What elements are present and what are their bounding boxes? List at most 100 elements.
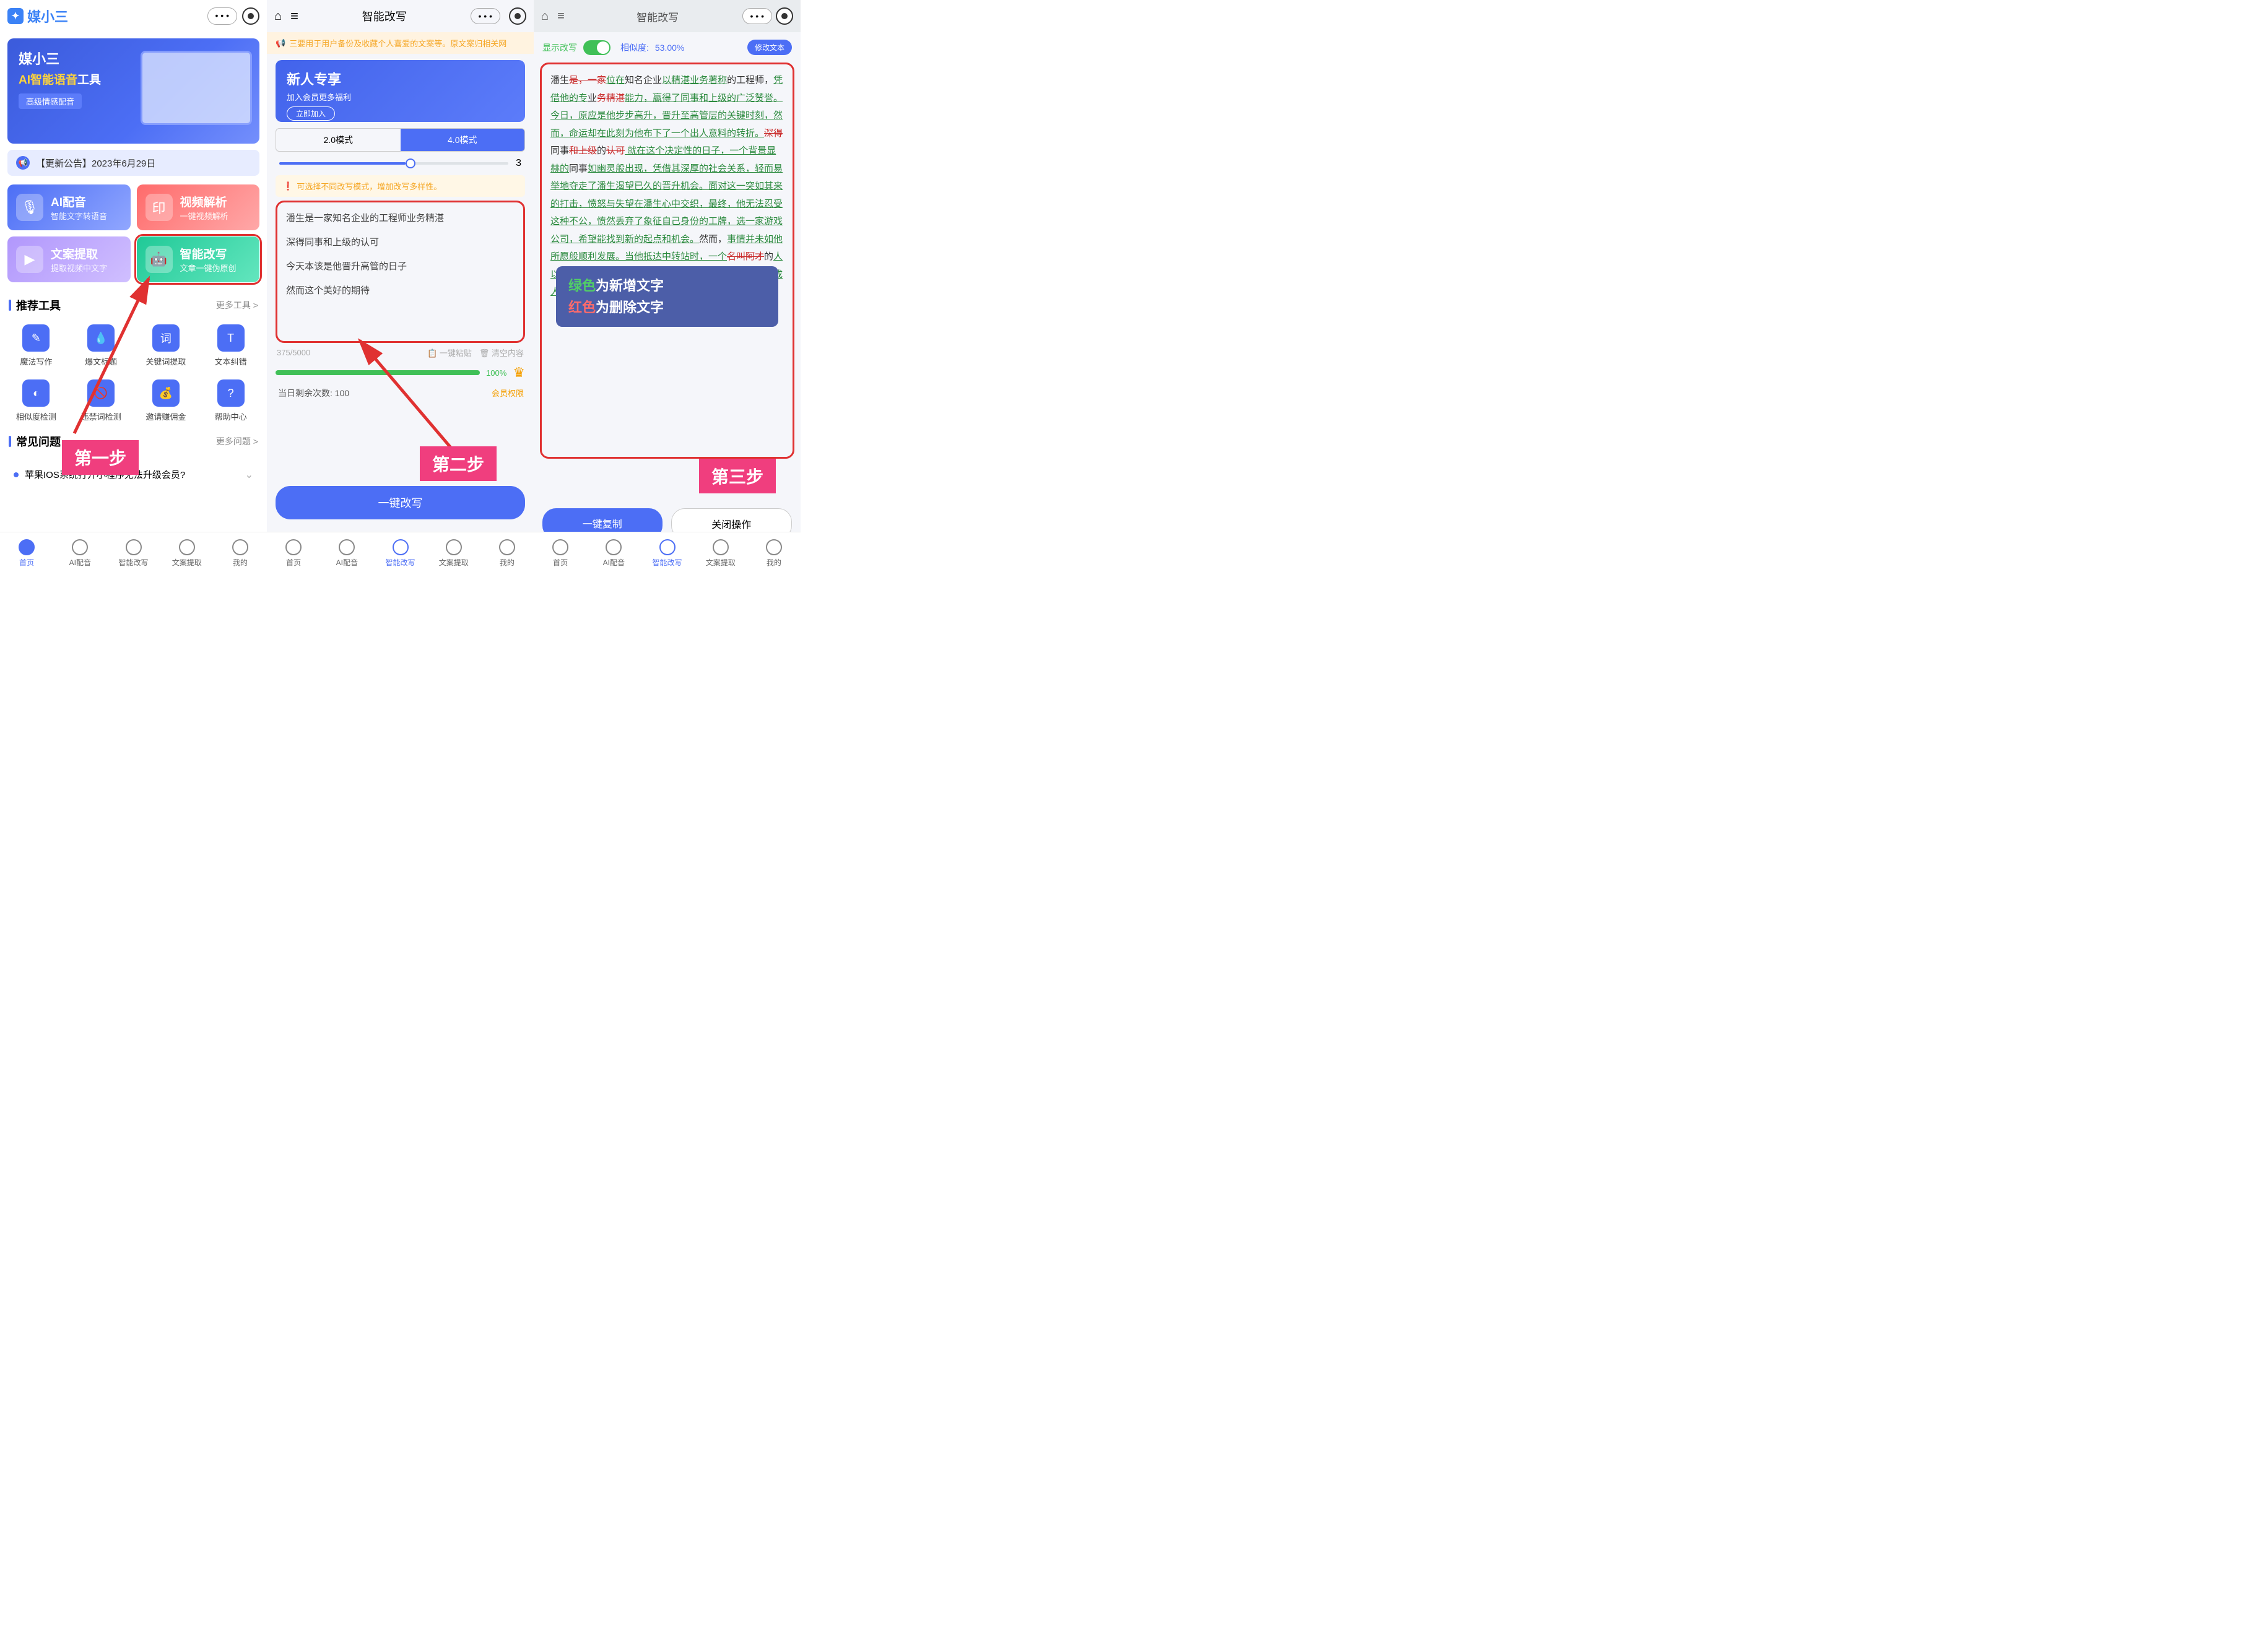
tool-label: 魔法写作 (5, 355, 67, 367)
nav-voice[interactable]: AI配音 (587, 532, 640, 574)
tab-mode-2[interactable]: 2.0模式 (276, 129, 401, 151)
stamp-icon: 印 (146, 194, 173, 221)
rewrite-button[interactable]: 一键改写 (276, 486, 525, 519)
mic-icon: 🎙 (16, 194, 43, 221)
nav-me[interactable]: 我的 (480, 532, 534, 574)
diff-deleted: 和上级 (569, 145, 597, 156)
robot-icon: 🤖 (146, 246, 173, 273)
promo-subtitle: 加入会员更多福利 (287, 91, 514, 103)
announcement-bar[interactable]: 📢 【更新公告】2023年6月29日 (7, 150, 259, 176)
tool-label: 文本纠错 (199, 355, 262, 367)
promo-title: 新人专享 (287, 69, 514, 89)
clear-button[interactable]: 🗑 清空内容 (479, 347, 524, 358)
vip-link[interactable]: 会员权限 (492, 387, 524, 399)
tool-item[interactable]: ✎魔法写作 (5, 319, 67, 372)
input-textarea[interactable]: 潘生是一家知名企业的工程师业务精湛 深得同事和上级的认可 今天本该是他晋升高管的… (276, 201, 525, 343)
tool-label: 爆文标题 (70, 355, 133, 367)
tool-item[interactable]: 词关键词提取 (135, 319, 198, 372)
close-miniapp-icon[interactable] (776, 7, 793, 25)
edit-text-button[interactable]: 修改文本 (747, 40, 792, 55)
nav-home[interactable]: 首页 (267, 532, 320, 574)
menu-icon[interactable]: ≡ (290, 8, 298, 24)
progress-bar (276, 370, 480, 375)
tool-item[interactable]: T文本纠错 (199, 319, 262, 372)
nav-rewrite[interactable]: 智能改写 (373, 532, 427, 574)
nav-voice[interactable]: AI配音 (320, 532, 373, 574)
promo-banner[interactable]: 新人专享 加入会员更多福利 立即加入 (276, 60, 525, 122)
nav-home[interactable]: 首页 (534, 532, 587, 574)
close-miniapp-icon[interactable] (509, 7, 526, 25)
hero-illustration (141, 51, 252, 125)
tool-item[interactable]: 🚫违禁词检测 (70, 375, 133, 427)
hero-tag: 高级情感配音 (19, 93, 82, 109)
logo-icon: ✦ (7, 8, 24, 24)
nav-rewrite[interactable]: 智能改写 (640, 532, 693, 574)
diff-added: 位在 (606, 75, 625, 85)
card-ai-voice[interactable]: 🎙AI配音智能文字转语音 (7, 184, 131, 230)
diff-output[interactable]: 潘生是，一家位在知名企业以精湛业务著称的工程师，凭借他的专业务精湛能力，赢得了同… (540, 63, 794, 459)
tab-mode-4[interactable]: 4.0模式 (401, 129, 525, 151)
nav-me[interactable]: 我的 (214, 532, 267, 574)
section-bar (9, 300, 11, 311)
tool-item[interactable]: 💧爆文标题 (70, 319, 133, 372)
mic-icon (606, 539, 622, 555)
card-video-parse[interactable]: 印视频解析一键视频解析 (137, 184, 260, 230)
more-menu[interactable]: • • • (471, 8, 500, 24)
diff-added: 如幽灵般出现，凭借其深厚的 (588, 163, 708, 174)
tool-icon: ◐ (22, 379, 50, 407)
tool-label: 违禁词检测 (70, 410, 133, 422)
section-bar (9, 436, 11, 447)
page-title: 智能改写 (573, 9, 742, 24)
close-miniapp-icon[interactable] (242, 7, 259, 25)
diff-normal: 的 (597, 145, 606, 156)
chevron-down-icon: ⌄ (245, 469, 253, 481)
tool-label: 邀请赚佣金 (135, 410, 198, 422)
tip-strip: ❗ 可选择不同改写模式，增加改写多样性。 (276, 175, 525, 197)
legend-overlay: 绿色为新增文字 红色为删除文字 (556, 266, 778, 327)
strength-slider[interactable] (279, 162, 508, 165)
card-rewrite[interactable]: 🤖智能改写文章一键伪原创 (137, 236, 260, 282)
show-rewrite-label: 显示改写 (542, 41, 577, 54)
promo-button[interactable]: 立即加入 (287, 106, 335, 121)
card-text-extract[interactable]: ▶文案提取提取视频中文字 (7, 236, 131, 282)
hero-banner[interactable]: 媒小三 AI智能语音工具 高级情感配音 (7, 38, 259, 144)
nav-extract[interactable]: 文案提取 (694, 532, 747, 574)
mic-icon (72, 539, 88, 555)
me-icon (766, 539, 782, 555)
more-menu[interactable]: • • • (742, 8, 772, 24)
tool-item[interactable]: ◐相似度检测 (5, 375, 67, 427)
warning-strip: 📢 三要用于用户备份及收藏个人喜爱的文案等。原文案归相关网 (267, 32, 534, 54)
nav-extract[interactable]: 文案提取 (427, 532, 480, 574)
info-icon: ❗ (283, 181, 293, 191)
diff-normal: 潘生 (550, 75, 569, 85)
mic-icon (339, 539, 355, 555)
more-faq-link[interactable]: 更多问题 > (216, 435, 258, 448)
tool-item[interactable]: 💰 邀请赚佣金 (135, 375, 198, 427)
tool-icon: 词 (152, 324, 180, 352)
home-icon[interactable]: ⌂ (541, 9, 549, 24)
crown-icon: ♛ (513, 365, 525, 381)
tool-item[interactable]: ?帮助中心 (199, 375, 262, 427)
diff-deleted: 是，一家 (569, 75, 606, 85)
similarity-value: 53.00% (655, 43, 684, 53)
nav-voice[interactable]: AI配音 (53, 532, 106, 574)
step-badge-2: 第二步 (420, 446, 497, 481)
char-counter: 375/5000 (277, 348, 310, 357)
remaining-count: 当日剩余次数: 100 会员权限 (278, 387, 523, 399)
home-icon (552, 539, 568, 555)
paste-button[interactable]: 📋 一键粘贴 (427, 347, 472, 358)
menu-icon[interactable]: ≡ (557, 9, 565, 24)
nav-rewrite[interactable]: 智能改写 (106, 532, 160, 574)
nav-home[interactable]: 首页 (0, 532, 53, 574)
announcement-text: 【更新公告】2023年6月29日 (36, 157, 155, 170)
nav-me[interactable]: 我的 (747, 532, 801, 574)
nav-extract[interactable]: 文案提取 (160, 532, 214, 574)
more-menu[interactable]: • • • (207, 7, 237, 25)
tool-icon: 💰 (152, 379, 180, 407)
home-icon[interactable]: ⌂ (274, 9, 282, 24)
play-icon: ▶ (16, 246, 43, 273)
diff-normal: 的工程师， (727, 75, 773, 85)
rewrite-icon (393, 539, 409, 555)
more-tools-link[interactable]: 更多工具 > (216, 299, 258, 311)
show-rewrite-toggle[interactable] (583, 40, 610, 55)
